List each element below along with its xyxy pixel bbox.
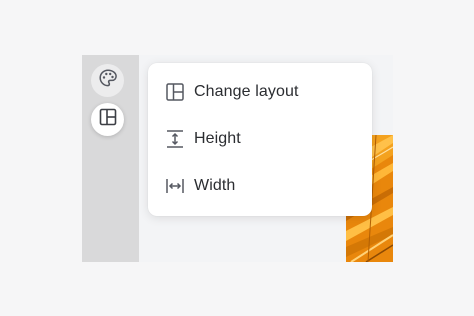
side-toolbar	[82, 55, 139, 262]
menu-item-change-layout[interactable]: Change layout	[148, 72, 372, 112]
menu-item-width[interactable]: Width	[148, 166, 372, 206]
theme-button[interactable]	[91, 64, 124, 97]
palette-icon	[98, 68, 118, 93]
layout-button[interactable]	[91, 103, 124, 136]
menu-item-label: Height	[194, 130, 241, 147]
menu-item-label: Width	[194, 177, 236, 194]
menu-item-label: Change layout	[194, 83, 299, 100]
layout-icon	[165, 82, 185, 102]
layout-menu: Change layout Height Width	[148, 63, 372, 216]
height-icon	[165, 129, 185, 149]
width-icon	[165, 176, 185, 196]
layout-icon	[98, 107, 118, 132]
menu-item-height[interactable]: Height	[148, 119, 372, 159]
